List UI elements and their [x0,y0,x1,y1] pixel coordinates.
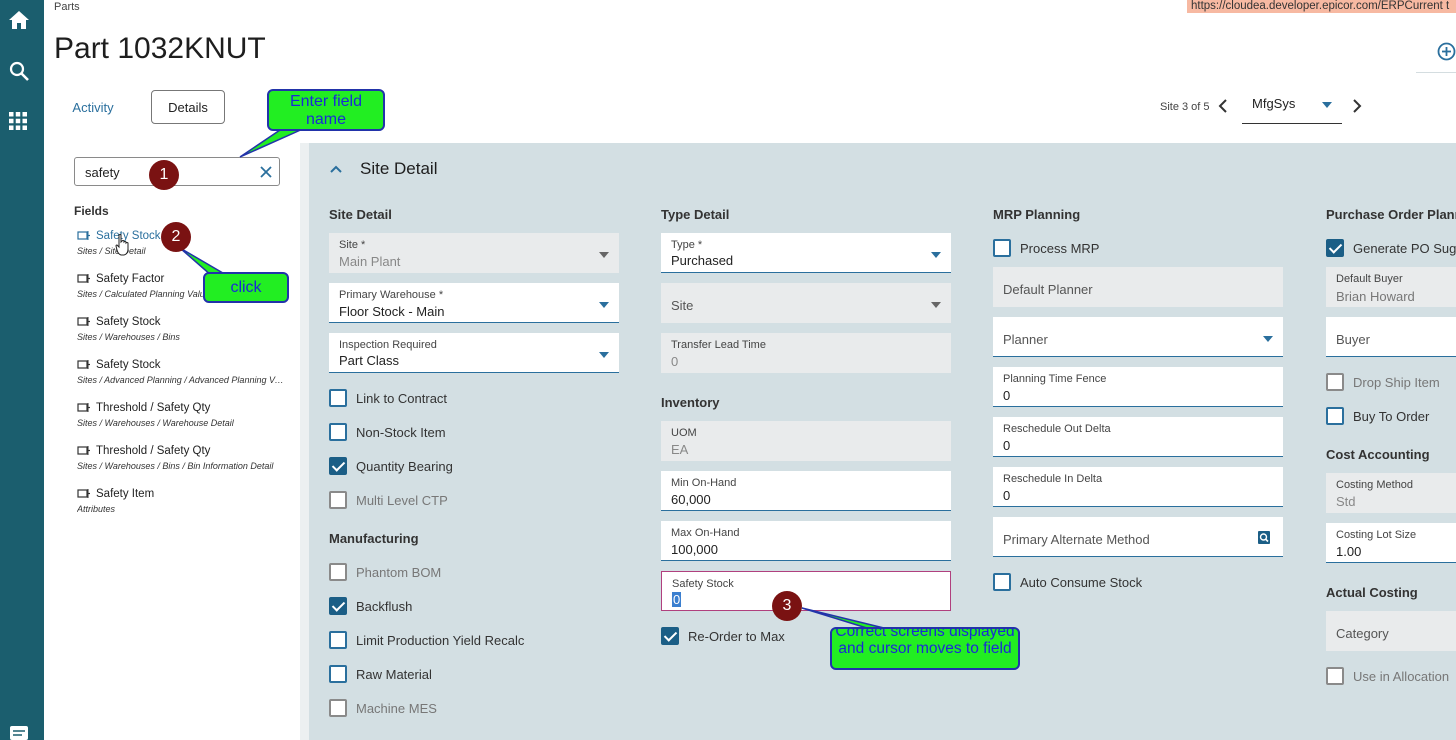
step-badge-3: 3 [772,591,802,621]
step-badge-2: 2 [161,222,191,252]
callout-correct-screens: Correct screens displayed and cursor mov… [830,627,1020,670]
callout-click: click [203,272,289,303]
callout-enter-field-name: Enter field name [267,89,385,131]
step-badge-1: 1 [149,160,179,190]
hand-cursor-icon [115,234,129,256]
annotation-overlay [115,127,889,630]
callout-correct-screens-text: Correct screens displayed and cursor mov… [835,627,1015,657]
